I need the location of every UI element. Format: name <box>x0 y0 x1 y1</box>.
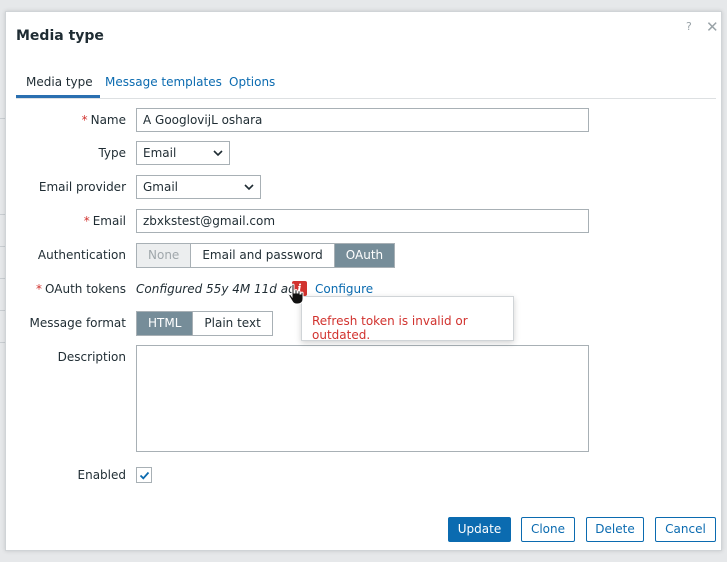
tooltip-text: Refresh token is invalid or outdated. <box>312 314 468 342</box>
delete-button[interactable]: Delete <box>586 517 644 542</box>
description-textarea[interactable] <box>136 345 589 452</box>
close-icon[interactable]: ✕ <box>706 18 719 36</box>
type-label: Type <box>98 146 126 160</box>
email-label: * Email <box>83 214 126 228</box>
required-marker: * <box>36 282 43 296</box>
active-tab-indicator <box>16 95 100 98</box>
oauth-status-text: Configured 55y 4M 11d ago <box>136 282 304 296</box>
message-format-segmented-control: HTML Plain text <box>136 311 273 336</box>
format-option-plain-text[interactable]: Plain text <box>193 312 272 335</box>
chevron-down-icon <box>213 150 223 157</box>
cancel-button[interactable]: Cancel <box>655 517 716 542</box>
auth-option-email-password[interactable]: Email and password <box>191 244 335 267</box>
email-provider-label: Email provider <box>38 180 126 194</box>
enabled-checkbox[interactable] <box>136 467 152 483</box>
configure-link[interactable]: Configure <box>315 283 374 297</box>
email-input[interactable] <box>136 209 589 233</box>
tab-bar: Media type Message templates Options <box>16 71 716 99</box>
oauth-tokens-label: * OAuth tokens <box>36 282 126 296</box>
authentication-segmented-control: None Email and password OAuth <box>136 243 396 268</box>
email-provider-select[interactable]: Gmail <box>136 175 261 199</box>
type-select[interactable]: Email <box>136 141 230 165</box>
name-input[interactable] <box>136 108 589 132</box>
auth-option-none: None <box>137 244 192 267</box>
checkmark-icon <box>139 471 150 480</box>
help-icon[interactable]: ? <box>686 20 692 33</box>
media-type-dialog: Media type ? ✕ Media type Message templa… <box>5 11 722 551</box>
description-label: Description <box>57 350 126 364</box>
email-provider-select-value: Gmail <box>143 180 179 194</box>
update-button[interactable]: Update <box>448 517 511 542</box>
format-option-html[interactable]: HTML <box>137 312 194 335</box>
name-label: * Name <box>81 113 126 127</box>
auth-option-oauth[interactable]: OAuth <box>334 244 395 267</box>
type-select-value: Email <box>143 146 177 160</box>
authentication-label: Authentication <box>37 248 126 262</box>
dialog-title: Media type <box>16 28 104 44</box>
error-tooltip: Refresh token is invalid or outdated. <box>301 296 514 342</box>
message-format-label: Message format <box>29 316 126 330</box>
chevron-down-icon <box>244 184 254 191</box>
tab-message-templates[interactable]: Message templates <box>105 75 222 89</box>
hand-pointer-icon <box>288 283 304 305</box>
tab-media-type[interactable]: Media type <box>26 75 93 89</box>
tab-options[interactable]: Options <box>229 75 275 89</box>
clone-button[interactable]: Clone <box>521 517 575 542</box>
required-marker: * <box>83 214 90 228</box>
required-marker: * <box>81 113 88 127</box>
enabled-label: Enabled <box>77 468 127 482</box>
